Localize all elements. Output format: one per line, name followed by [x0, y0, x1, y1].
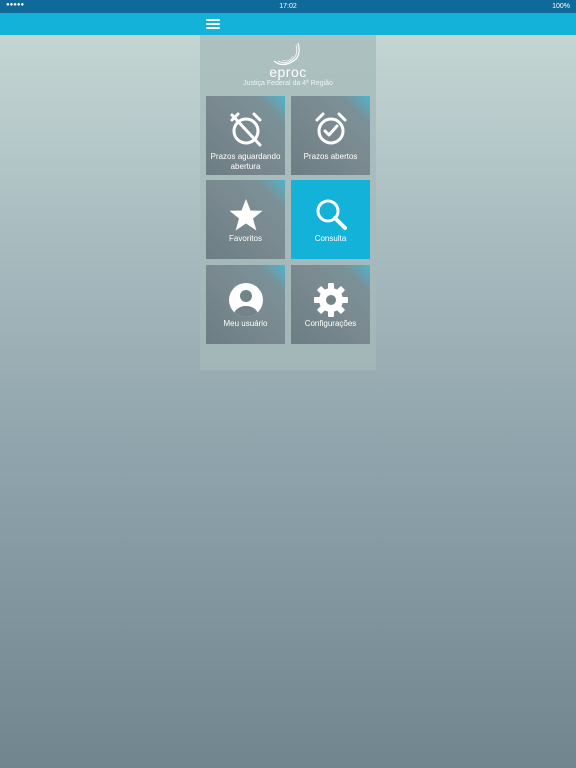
tile-label: Prazos abertos: [303, 152, 358, 161]
main-menu-panel: eproc Justiça Federal da 4ª Região Prazo…: [200, 35, 376, 370]
tile-favoritos[interactable]: Favoritos: [206, 180, 285, 259]
tile-label: Consulta: [314, 234, 347, 243]
user-icon: [228, 283, 263, 317]
eproc-logo: eproc Justiça Federal da 4ª Região: [200, 39, 376, 91]
star-icon: [229, 199, 262, 231]
status-bar: ●●●●● 17:02 100%: [0, 0, 576, 13]
tile-meu-usuario[interactable]: Meu usuário: [206, 265, 285, 344]
tile-consulta[interactable]: Consulta: [291, 180, 370, 259]
status-time: 17:02: [279, 3, 297, 10]
gear-icon: [313, 283, 348, 317]
tile-configuracoes[interactable]: Configurações: [291, 265, 370, 344]
alarm-check-icon: [315, 112, 346, 145]
tile-label: Configurações: [304, 319, 357, 328]
tile-prazos-aguardando-abertura[interactable]: Prazos aguardando abertura: [206, 96, 285, 175]
hamburger-menu-icon[interactable]: [205, 17, 221, 31]
tile-prazos-abertos[interactable]: Prazos abertos: [291, 96, 370, 175]
tile-label: Meu usuário: [223, 319, 268, 328]
nav-bar: [0, 13, 576, 35]
tile-label: Prazos aguardando abertura: [210, 152, 281, 171]
logo-subtitle: Justiça Federal da 4ª Região: [243, 80, 333, 87]
battery-level: 100%: [552, 3, 570, 10]
logo-name: eproc: [269, 64, 307, 80]
search-icon: [316, 199, 347, 230]
tile-label: Favoritos: [229, 234, 262, 243]
alarm-off-icon: [230, 112, 261, 147]
